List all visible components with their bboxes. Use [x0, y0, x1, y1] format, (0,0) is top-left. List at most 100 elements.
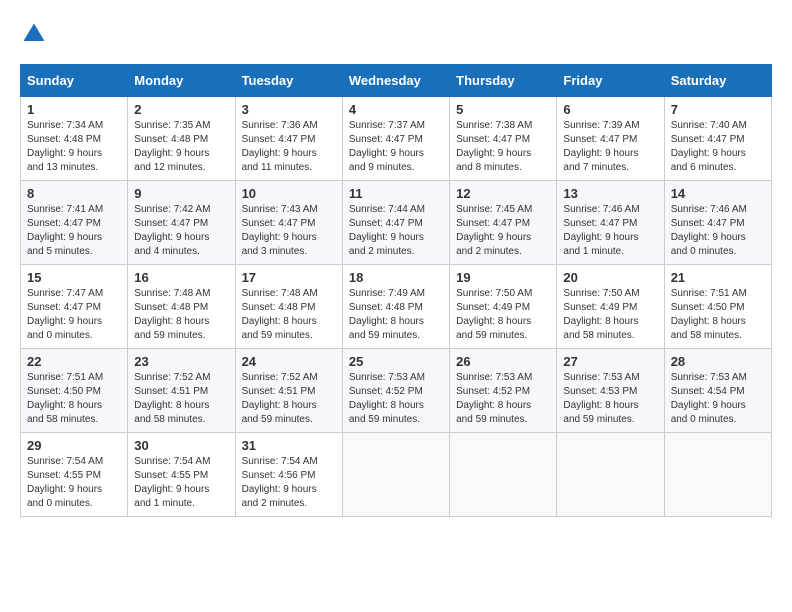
day-of-week-header: Wednesday: [342, 65, 449, 97]
day-info: Sunrise: 7:38 AMSunset: 4:47 PMDaylight:…: [456, 119, 550, 175]
day-number: 2: [134, 102, 228, 117]
day-info: Sunrise: 7:53 AMSunset: 4:54 PMDaylight:…: [671, 371, 765, 427]
day-info: Sunrise: 7:53 AMSunset: 4:53 PMDaylight:…: [563, 371, 657, 427]
day-number: 24: [242, 354, 336, 369]
calendar-cell: 3 Sunrise: 7:36 AMSunset: 4:47 PMDaylight…: [235, 97, 342, 181]
calendar-cell: 10Sunrise: 7:43 AMSunset: 4:47 PMDayligh…: [235, 181, 342, 265]
day-info: Sunrise: 7:49 AMSunset: 4:48 PMDaylight:…: [349, 287, 443, 343]
logo-icon: [20, 20, 48, 48]
calendar-cell: 12 Sunrise: 7:45 AMSunset: 4:47 PMDayligh…: [450, 181, 557, 265]
day-info: Sunrise: 7:53 AMSunset: 4:52 PMDaylight:…: [456, 371, 550, 427]
calendar-cell: 25 Sunrise: 7:53 AMSunset: 4:52 PMDayligh…: [342, 349, 449, 433]
day-of-week-header: Friday: [557, 65, 664, 97]
calendar-cell: [450, 433, 557, 517]
day-number: 9: [134, 186, 228, 201]
calendar: SundayMondayTuesdayWednesdayThursdayFrid…: [20, 64, 772, 517]
day-number: 5: [456, 102, 550, 117]
day-info: Sunrise: 7:39 AMSunset: 4:47 PMDaylight:…: [563, 119, 657, 175]
day-info: Sunrise: 7:50 AMSunset: 4:49 PMDaylight:…: [563, 287, 657, 343]
calendar-week-row: 1 Sunrise: 7:34 AMSunset: 4:48 PMDaylight…: [21, 97, 772, 181]
day-number: 4: [349, 102, 443, 117]
day-info: Sunrise: 7:54 AMSunset: 4:56 PMDaylight:…: [242, 455, 336, 511]
day-info: Sunrise: 7:45 AMSunset: 4:47 PMDaylight:…: [456, 203, 550, 259]
calendar-week-row: 15 Sunrise: 7:47 AMSunset: 4:47 PMDayligh…: [21, 265, 772, 349]
day-number: 10: [242, 186, 336, 201]
calendar-week-row: 22 Sunrise: 7:51 AMSunset: 4:50 PMDayligh…: [21, 349, 772, 433]
calendar-cell: 1 Sunrise: 7:34 AMSunset: 4:48 PMDaylight…: [21, 97, 128, 181]
calendar-cell: 4 Sunrise: 7:37 AMSunset: 4:47 PMDaylight…: [342, 97, 449, 181]
day-info: Sunrise: 7:46 AMSunset: 4:47 PMDaylight:…: [563, 203, 657, 259]
day-number: 15: [27, 270, 121, 285]
day-number: 1: [27, 102, 121, 117]
calendar-cell: 9 Sunrise: 7:42 AMSunset: 4:47 PMDaylight…: [128, 181, 235, 265]
day-number: 18: [349, 270, 443, 285]
day-number: 31: [242, 438, 336, 453]
calendar-cell: 17Sunrise: 7:48 AMSunset: 4:48 PMDayligh…: [235, 265, 342, 349]
calendar-cell: 26 Sunrise: 7:53 AMSunset: 4:52 PMDayligh…: [450, 349, 557, 433]
day-number: 3: [242, 102, 336, 117]
header: [20, 20, 772, 48]
calendar-week-row: 8Sunrise: 7:41 AMSunset: 4:47 PMDaylight…: [21, 181, 772, 265]
calendar-cell: 21 Sunrise: 7:51 AMSunset: 4:50 PMDayligh…: [664, 265, 771, 349]
calendar-cell: 2 Sunrise: 7:35 AMSunset: 4:48 PMDaylight…: [128, 97, 235, 181]
day-info: Sunrise: 7:47 AMSunset: 4:47 PMDaylight:…: [27, 287, 121, 343]
day-info: Sunrise: 7:48 AMSunset: 4:48 PMDaylight:…: [242, 287, 336, 343]
day-info: Sunrise: 7:42 AMSunset: 4:47 PMDaylight:…: [134, 203, 228, 259]
calendar-cell: 11Sunrise: 7:44 AMSunset: 4:47 PMDayligh…: [342, 181, 449, 265]
calendar-cell: [342, 433, 449, 517]
day-number: 14: [671, 186, 765, 201]
day-number: 12: [456, 186, 550, 201]
day-number: 22: [27, 354, 121, 369]
day-number: 21: [671, 270, 765, 285]
calendar-cell: 30 Sunrise: 7:54 AMSunset: 4:55 PMDayligh…: [128, 433, 235, 517]
day-number: 25: [349, 354, 443, 369]
calendar-cell: 6 Sunrise: 7:39 AMSunset: 4:47 PMDaylight…: [557, 97, 664, 181]
day-info: Sunrise: 7:51 AMSunset: 4:50 PMDaylight:…: [27, 371, 121, 427]
calendar-week-row: 29 Sunrise: 7:54 AMSunset: 4:55 PMDayligh…: [21, 433, 772, 517]
day-info: Sunrise: 7:41 AMSunset: 4:47 PMDaylight:…: [27, 203, 121, 259]
day-number: 30: [134, 438, 228, 453]
day-number: 28: [671, 354, 765, 369]
day-info: Sunrise: 7:50 AMSunset: 4:49 PMDaylight:…: [456, 287, 550, 343]
calendar-cell: 7Sunrise: 7:40 AMSunset: 4:47 PMDaylight…: [664, 97, 771, 181]
day-number: 16: [134, 270, 228, 285]
day-info: Sunrise: 7:34 AMSunset: 4:48 PMDaylight:…: [27, 119, 121, 175]
day-info: Sunrise: 7:51 AMSunset: 4:50 PMDaylight:…: [671, 287, 765, 343]
calendar-cell: 5 Sunrise: 7:38 AMSunset: 4:47 PMDaylight…: [450, 97, 557, 181]
day-info: Sunrise: 7:35 AMSunset: 4:48 PMDaylight:…: [134, 119, 228, 175]
logo: [20, 20, 52, 48]
day-number: 6: [563, 102, 657, 117]
calendar-cell: 20 Sunrise: 7:50 AMSunset: 4:49 PMDayligh…: [557, 265, 664, 349]
calendar-cell: 28 Sunrise: 7:53 AMSunset: 4:54 PMDayligh…: [664, 349, 771, 433]
calendar-cell: 29Sunrise: 7:54 AMSunset: 4:55 PMDayligh…: [21, 433, 128, 517]
calendar-cell: [664, 433, 771, 517]
day-info: Sunrise: 7:46 AMSunset: 4:47 PMDaylight:…: [671, 203, 765, 259]
day-info: Sunrise: 7:37 AMSunset: 4:47 PMDaylight:…: [349, 119, 443, 175]
day-info: Sunrise: 7:40 AMSunset: 4:47 PMDaylight:…: [671, 119, 765, 175]
day-info: Sunrise: 7:48 AMSunset: 4:48 PMDaylight:…: [134, 287, 228, 343]
day-info: Sunrise: 7:54 AMSunset: 4:55 PMDaylight:…: [134, 455, 228, 511]
day-info: Sunrise: 7:52 AMSunset: 4:51 PMDaylight:…: [134, 371, 228, 427]
calendar-cell: [557, 433, 664, 517]
day-of-week-header: Saturday: [664, 65, 771, 97]
day-of-week-header: Sunday: [21, 65, 128, 97]
day-of-week-header: Tuesday: [235, 65, 342, 97]
calendar-cell: 15 Sunrise: 7:47 AMSunset: 4:47 PMDayligh…: [21, 265, 128, 349]
day-number: 26: [456, 354, 550, 369]
day-info: Sunrise: 7:53 AMSunset: 4:52 PMDaylight:…: [349, 371, 443, 427]
calendar-cell: 8Sunrise: 7:41 AMSunset: 4:47 PMDaylight…: [21, 181, 128, 265]
day-of-week-header: Monday: [128, 65, 235, 97]
calendar-cell: 22 Sunrise: 7:51 AMSunset: 4:50 PMDayligh…: [21, 349, 128, 433]
day-of-week-header: Thursday: [450, 65, 557, 97]
calendar-cell: 19 Sunrise: 7:50 AMSunset: 4:49 PMDayligh…: [450, 265, 557, 349]
day-info: Sunrise: 7:52 AMSunset: 4:51 PMDaylight:…: [242, 371, 336, 427]
day-number: 29: [27, 438, 121, 453]
day-number: 11: [349, 186, 443, 201]
calendar-cell: 13 Sunrise: 7:46 AMSunset: 4:47 PMDayligh…: [557, 181, 664, 265]
day-info: Sunrise: 7:36 AMSunset: 4:47 PMDaylight:…: [242, 119, 336, 175]
calendar-cell: 27Sunrise: 7:53 AMSunset: 4:53 PMDayligh…: [557, 349, 664, 433]
day-number: 20: [563, 270, 657, 285]
day-number: 19: [456, 270, 550, 285]
calendar-body: 1 Sunrise: 7:34 AMSunset: 4:48 PMDaylight…: [21, 97, 772, 517]
day-number: 13: [563, 186, 657, 201]
